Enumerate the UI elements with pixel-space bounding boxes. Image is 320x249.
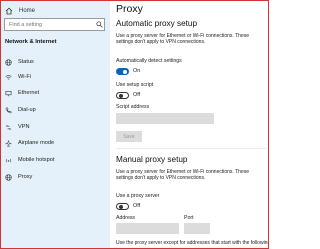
sidebar-item-label: Mobile hotspot: [18, 157, 55, 163]
setup-script-toggle[interactable]: [116, 92, 129, 99]
section-divider: [116, 148, 266, 149]
globe-icon: [5, 58, 12, 66]
search-icon[interactable]: [94, 20, 104, 30]
auto-proxy-description: Use a proxy server for Ethernet or Wi-Fi…: [116, 33, 250, 45]
settings-window: Home Find a setting Network & Internet S…: [0, 0, 269, 249]
search-input[interactable]: Find a setting: [4, 18, 105, 31]
home-link[interactable]: Home: [5, 6, 35, 16]
sidebar-item-label: Ethernet: [18, 90, 40, 96]
toggle-knob: [123, 69, 127, 74]
toggle-knob: [118, 204, 123, 209]
sidebar-item-label: VPN: [18, 124, 30, 130]
save-button[interactable]: Save: [116, 131, 142, 142]
home-icon: [5, 7, 13, 15]
proxy-port-field[interactable]: [184, 223, 210, 234]
sidebar-item-ethernet[interactable]: Ethernet: [1, 88, 110, 98]
auto-proxy-heading: Automatic proxy setup: [116, 19, 198, 28]
hotspot-icon: [5, 157, 12, 164]
use-proxy-state: Off: [133, 203, 141, 209]
airplane-icon: [5, 139, 12, 147]
detect-settings-toggle[interactable]: [116, 68, 129, 75]
sidebar-item-label: Dial-up: [18, 107, 36, 113]
sidebar: Home Find a setting Network & Internet S…: [1, 1, 110, 248]
manual-proxy-description: Use a proxy server for Ethernet or Wi-Fi…: [116, 169, 250, 181]
use-proxy-toggle[interactable]: [116, 203, 129, 210]
sidebar-item-dial-up[interactable]: Dial-up: [1, 105, 110, 115]
detect-settings-state: On: [133, 68, 141, 74]
script-address-field[interactable]: [116, 113, 214, 124]
proxy-address-label: Address: [116, 215, 136, 221]
sidebar-item-wifi[interactable]: Wi-Fi: [1, 72, 110, 82]
sidebar-item-status[interactable]: Status: [1, 57, 110, 67]
search-placeholder: Find a setting: [9, 21, 43, 28]
globe-icon: [5, 173, 12, 181]
sidebar-item-mobile-hotspot[interactable]: Mobile hotspot: [1, 155, 110, 165]
main-content: Proxy Automatic proxy setup Use a proxy …: [110, 1, 268, 248]
detect-settings-label: Automatically detect settings: [116, 58, 182, 64]
sidebar-item-label: Airplane mode: [18, 140, 55, 146]
sidebar-item-label: Wi-Fi: [18, 74, 32, 80]
toggle-knob: [118, 93, 123, 98]
sidebar-item-vpn[interactable]: VPN: [1, 122, 110, 132]
sidebar-item-label: Status: [18, 59, 34, 65]
wifi-icon: [5, 74, 12, 81]
script-address-label: Script address: [116, 104, 150, 110]
ethernet-icon: [5, 90, 12, 97]
proxy-exceptions-label: Use the proxy server except for addresse…: [116, 240, 268, 246]
sidebar-item-airplane-mode[interactable]: Airplane mode: [1, 138, 110, 148]
use-proxy-label: Use a proxy server: [116, 193, 160, 199]
setup-script-label: Use setup script: [116, 82, 154, 88]
proxy-address-field[interactable]: [116, 223, 179, 234]
manual-proxy-heading: Manual proxy setup: [116, 155, 188, 164]
phone-icon: [5, 107, 12, 114]
vpn-icon: [5, 124, 12, 131]
proxy-port-label: Port: [184, 215, 194, 221]
sidebar-item-label: Proxy: [18, 174, 33, 180]
section-title: Network & Internet: [5, 39, 57, 45]
setup-script-state: Off: [133, 92, 141, 98]
page-title: Proxy: [116, 3, 143, 15]
sidebar-item-proxy[interactable]: Proxy: [1, 172, 110, 182]
home-label: Home: [19, 8, 36, 14]
